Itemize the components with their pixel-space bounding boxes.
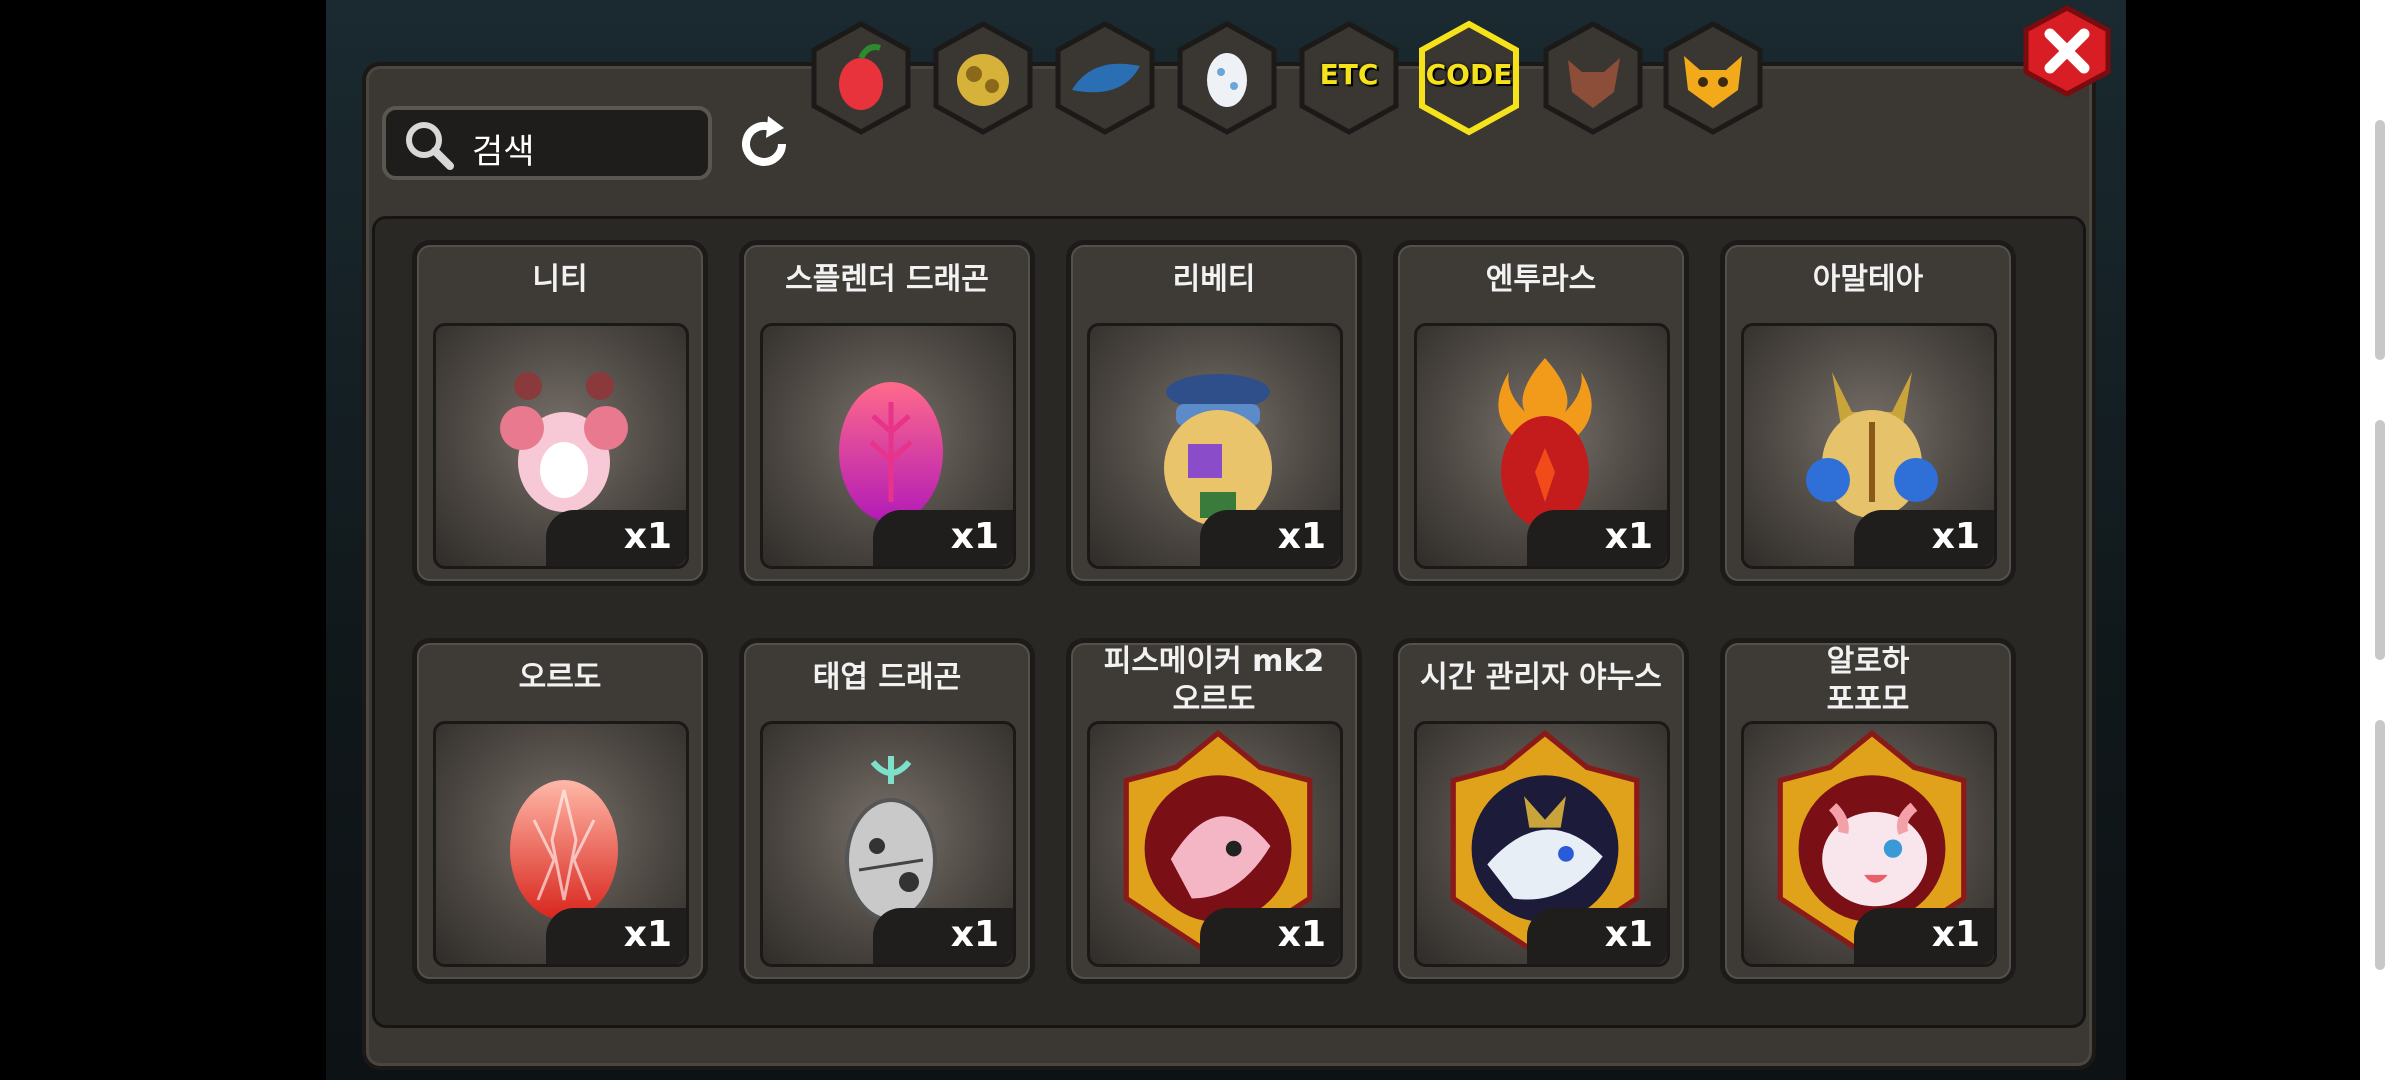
tab-fruit[interactable] (808, 20, 914, 136)
blue-gold-creature-icon (1806, 372, 1938, 518)
quantity-badge: x1 (1200, 908, 1340, 964)
item-title: 엔투라스 (1485, 262, 1597, 297)
fruit-icon (811, 21, 911, 135)
wolf-head-icon (1543, 21, 1643, 135)
item-title: 태엽 드래곤 (812, 660, 962, 695)
item-card-clockwork-dragon[interactable]: 태엽 드래곤 x1 (739, 638, 1035, 984)
quantity-badge: x1 (1200, 510, 1340, 566)
item-title: 알로하 포포모 (1826, 644, 1910, 717)
item-title: 니티 (532, 262, 588, 297)
item-card-libety[interactable]: 리베티 x1 (1066, 240, 1362, 586)
tab-code-label: CODE (1425, 58, 1513, 91)
demon-mask-icon (1663, 21, 1763, 135)
scrollbar-segment[interactable] (2375, 120, 2385, 360)
tab-etc[interactable]: ETC (1296, 20, 1402, 136)
item-frame: x1 (433, 721, 689, 967)
item-frame: x1 (1087, 721, 1343, 967)
egg-icon (1177, 21, 1277, 135)
quantity-badge: x1 (546, 908, 686, 964)
tab-beast[interactable] (1540, 20, 1646, 136)
tab-mask[interactable] (1660, 20, 1766, 136)
item-title: 오르도 (518, 660, 602, 695)
crystal-egg-icon (510, 780, 618, 920)
refresh-icon (742, 116, 786, 166)
item-frame: x1 (1087, 323, 1343, 569)
close-icon (2023, 5, 2111, 97)
item-frame: x1 (1414, 721, 1670, 967)
close-button[interactable] (2020, 4, 2114, 98)
item-title: 피스메이커 mk2 오르도 (1103, 644, 1325, 717)
item-card-splendor-dragon[interactable]: 스플렌더 드래곤 x1 (739, 240, 1035, 586)
scrollbar-segment[interactable] (2375, 420, 2385, 660)
quantity-badge: x1 (1854, 908, 1994, 964)
item-frame: x1 (760, 721, 1016, 967)
quantity-badge: x1 (873, 908, 1013, 964)
item-frame: x1 (760, 323, 1016, 569)
tab-etc-label: ETC (1319, 58, 1379, 91)
item-card-amalthea[interactable]: 아말테아 x1 (1720, 240, 2016, 586)
item-card-peacemaker-mk2-ordo[interactable]: 피스메이커 mk2 오르도 x1 (1066, 638, 1362, 984)
item-title: 시간 관리자 야누스 (1420, 660, 1662, 695)
gold-ore-icon (933, 21, 1033, 135)
quantity-badge: x1 (873, 510, 1013, 566)
pink-egg-icon (839, 382, 943, 522)
item-title: 리베티 (1172, 262, 1256, 297)
item-title: 아말테아 (1812, 262, 1924, 297)
quantity-badge: x1 (1527, 510, 1667, 566)
tab-code[interactable]: CODE (1416, 20, 1522, 136)
pink-dragon-icon (500, 372, 628, 512)
item-card-aloha-popomo[interactable]: 알로하 포포모 x1 (1720, 638, 2016, 984)
item-card-enturas[interactable]: 엔투라스 x1 (1393, 240, 1689, 586)
quantity-badge: x1 (546, 510, 686, 566)
tab-scale[interactable] (1052, 20, 1158, 136)
flame-egg-icon (1498, 358, 1592, 528)
pilot-creature-icon (1164, 374, 1272, 526)
refresh-button[interactable] (732, 112, 796, 176)
item-frame: x1 (433, 323, 689, 569)
item-frame: x1 (1741, 721, 1997, 967)
search-input[interactable]: 검색 (382, 106, 712, 180)
scrollbar-segment[interactable] (2375, 720, 2385, 970)
dragon-scale-icon (1055, 21, 1155, 135)
clockwork-egg-icon (845, 756, 937, 922)
quantity-badge: x1 (1527, 908, 1667, 964)
item-frame: x1 (1741, 323, 1997, 569)
item-card-ordo[interactable]: 오르도 x1 (412, 638, 708, 984)
tab-gold[interactable] (930, 20, 1036, 136)
item-title: 스플렌더 드래곤 (785, 262, 989, 297)
search-icon (406, 122, 454, 170)
search-label: 검색 (472, 132, 535, 172)
item-card-time-manager-janus[interactable]: 시간 관리자 야누스 x1 (1393, 638, 1689, 984)
tab-egg[interactable] (1174, 20, 1280, 136)
quantity-badge: x1 (1854, 510, 1994, 566)
item-frame: x1 (1414, 323, 1670, 569)
item-card-niti[interactable]: 니티 x1 (412, 240, 708, 586)
